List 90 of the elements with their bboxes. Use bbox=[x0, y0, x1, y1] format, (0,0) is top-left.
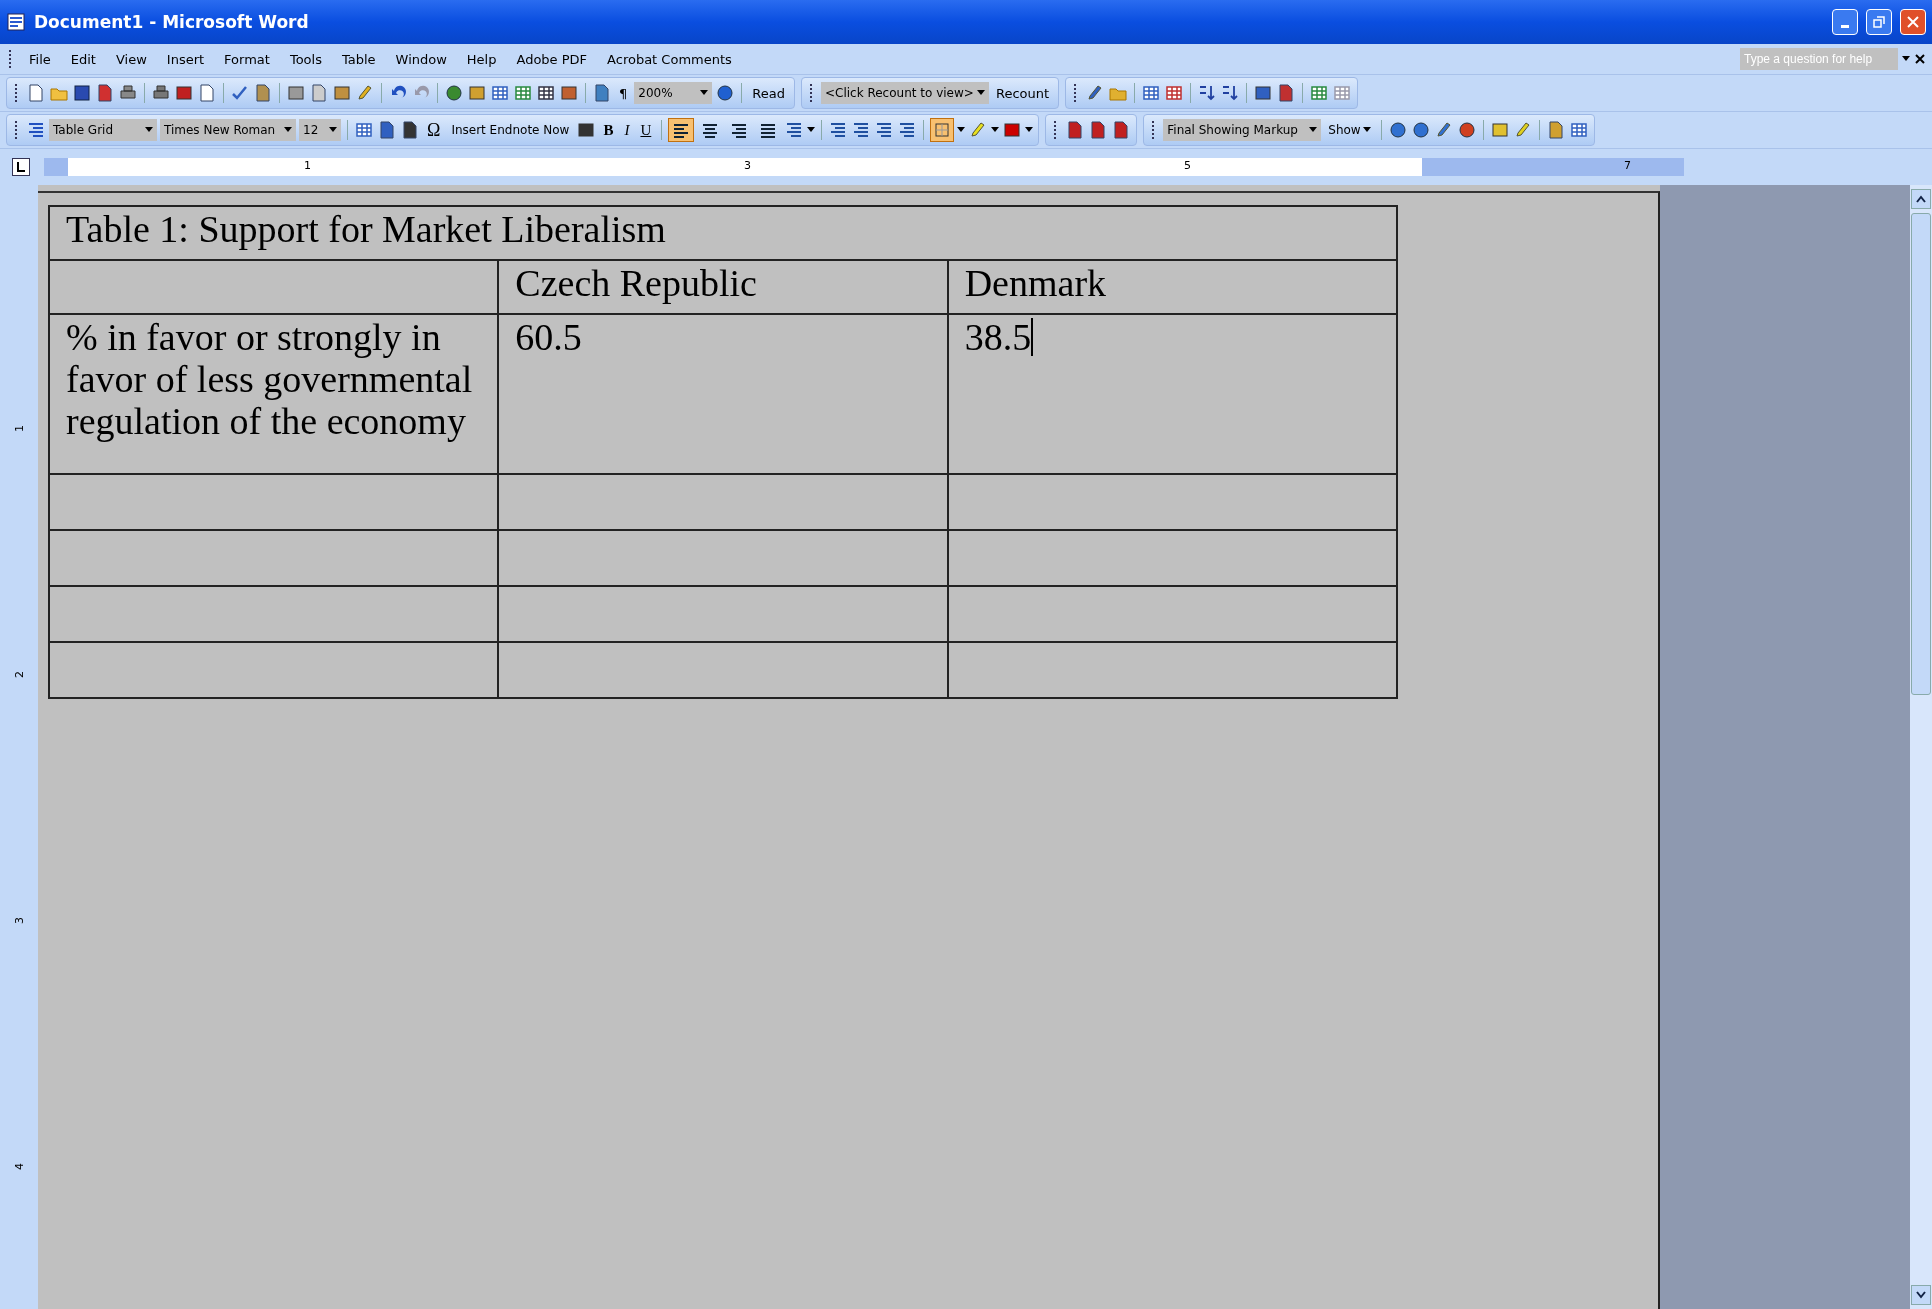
table-cell: 60.5 bbox=[515, 316, 582, 358]
ruler-number: 7 bbox=[1624, 159, 1631, 172]
markup-dropdown[interactable]: Final Showing Markup bbox=[1163, 119, 1322, 141]
table-cell: 38.5 bbox=[964, 316, 1032, 358]
spreadsheet-icon[interactable] bbox=[513, 83, 533, 103]
formatting-marks-button[interactable]: ¶ bbox=[615, 81, 632, 105]
word-count-dropdown[interactable]: <Click Recount to view> bbox=[820, 82, 989, 104]
menu-item[interactable]: Format bbox=[216, 51, 278, 67]
table-cell: Czech Republic bbox=[515, 262, 757, 304]
dropdown-arrow-icon[interactable] bbox=[976, 90, 985, 96]
menu-item[interactable]: Help bbox=[458, 51, 505, 67]
dropdown-arrow-icon[interactable] bbox=[329, 127, 337, 133]
table-cell: % in favor or strongly in favor of less governmental regulation of the economy bbox=[66, 316, 473, 442]
close-icon[interactable] bbox=[1914, 53, 1926, 65]
table-icon[interactable] bbox=[354, 120, 374, 140]
ruler-number: 4 bbox=[12, 1162, 26, 1170]
sort-ascending-icon[interactable] bbox=[1197, 83, 1218, 103]
minimize-icon bbox=[1841, 24, 1849, 28]
zoom-dropdown[interactable]: 200% bbox=[634, 82, 713, 104]
dropdown-arrow-icon[interactable] bbox=[991, 127, 1000, 133]
horizontal-ruler[interactable]: 1 3 5 7 bbox=[44, 158, 1684, 176]
grid-icon[interactable] bbox=[1332, 83, 1353, 103]
scroll-up-button[interactable] bbox=[1911, 189, 1931, 209]
close-icon bbox=[1907, 16, 1919, 28]
ruler-number: 1 bbox=[12, 424, 26, 432]
dropdown-arrow-icon[interactable] bbox=[1025, 127, 1034, 133]
ruler-number: 3 bbox=[744, 159, 751, 172]
underline-button[interactable]: U bbox=[636, 118, 656, 142]
menu-item[interactable]: Window bbox=[387, 51, 455, 67]
help-search-field[interactable]: Type a question for help bbox=[1740, 48, 1898, 70]
borders-icon bbox=[934, 122, 951, 138]
ruler-number: 2 bbox=[12, 670, 26, 678]
columns-icon[interactable] bbox=[536, 83, 556, 103]
dropdown-arrow-icon[interactable] bbox=[807, 127, 816, 133]
dropdown-arrow-icon[interactable] bbox=[1362, 127, 1371, 133]
new-document-icon[interactable] bbox=[26, 83, 46, 103]
menu-item[interactable]: Insert bbox=[158, 51, 213, 67]
restore-button[interactable] bbox=[1866, 9, 1892, 35]
window-title: Document1 - Microsoft Word bbox=[34, 12, 310, 32]
menu-item[interactable]: Edit bbox=[62, 51, 104, 67]
font-dropdown[interactable]: Times New Roman bbox=[160, 119, 296, 141]
menu-item[interactable]: Table bbox=[333, 51, 384, 67]
read-button[interactable]: Read bbox=[748, 81, 789, 105]
align-icon bbox=[759, 121, 778, 139]
dropdown-arrow-icon[interactable] bbox=[145, 127, 153, 133]
table-cell: Table 1: Support for Market Liberalism bbox=[49, 206, 1397, 260]
word-document-icon bbox=[6, 12, 26, 32]
insert-row-icon[interactable] bbox=[1141, 83, 1162, 103]
ruler-number: 5 bbox=[1184, 159, 1191, 172]
align-left-button[interactable] bbox=[668, 118, 695, 142]
tab-selector-icon[interactable] bbox=[12, 158, 30, 176]
print-preview-icon[interactable] bbox=[197, 83, 217, 103]
menu-item[interactable]: Tools bbox=[281, 51, 330, 67]
dropdown-arrow-icon[interactable] bbox=[284, 127, 292, 133]
ruler-number: 3 bbox=[12, 916, 26, 924]
delete-row-icon[interactable] bbox=[1164, 83, 1185, 103]
style-dropdown[interactable]: Table Grid bbox=[49, 119, 157, 141]
scroll-down-button[interactable] bbox=[1911, 1285, 1931, 1305]
menu-item[interactable]: Acrobat Comments bbox=[599, 51, 740, 67]
font-size-dropdown[interactable]: 12 bbox=[299, 119, 341, 141]
copy-icon[interactable] bbox=[309, 83, 329, 103]
insert-symbol-button[interactable]: Ω bbox=[423, 118, 445, 142]
ruler-number: 1 bbox=[304, 159, 311, 172]
document-icon[interactable] bbox=[1568, 120, 1589, 140]
menu-item[interactable]: View bbox=[107, 51, 155, 67]
align-icon bbox=[730, 121, 749, 139]
recount-button[interactable]: Recount bbox=[991, 81, 1054, 105]
align-icon bbox=[701, 121, 720, 139]
insert-endnote-button[interactable]: Insert Endnote Now bbox=[447, 118, 574, 142]
minimize-button[interactable] bbox=[1832, 9, 1858, 35]
dropdown-arrow-icon[interactable] bbox=[957, 127, 966, 133]
restore-icon bbox=[1873, 16, 1885, 28]
scrollbar[interactable] bbox=[1910, 185, 1932, 1309]
styles-icon[interactable] bbox=[26, 120, 46, 140]
scroll-thumb[interactable] bbox=[1911, 213, 1931, 695]
menu-item[interactable]: File bbox=[21, 51, 59, 67]
show-button[interactable]: Show bbox=[1324, 118, 1375, 142]
text-cursor bbox=[1031, 318, 1034, 356]
table-icon[interactable] bbox=[490, 83, 510, 103]
menu-item[interactable]: Adobe PDF bbox=[508, 51, 596, 67]
close-button[interactable] bbox=[1900, 9, 1926, 35]
italic-button[interactable]: I bbox=[620, 118, 634, 142]
bold-button[interactable]: B bbox=[599, 118, 618, 142]
table-cell: Denmark bbox=[964, 262, 1107, 304]
dropdown-arrow-icon[interactable] bbox=[700, 90, 709, 96]
sort-descending-icon[interactable] bbox=[1220, 83, 1241, 103]
align-icon bbox=[672, 121, 691, 139]
dropdown-arrow-icon[interactable] bbox=[1902, 56, 1910, 62]
dropdown-arrow-icon[interactable] bbox=[1309, 127, 1318, 133]
spreadsheet-icon[interactable] bbox=[1309, 83, 1330, 103]
